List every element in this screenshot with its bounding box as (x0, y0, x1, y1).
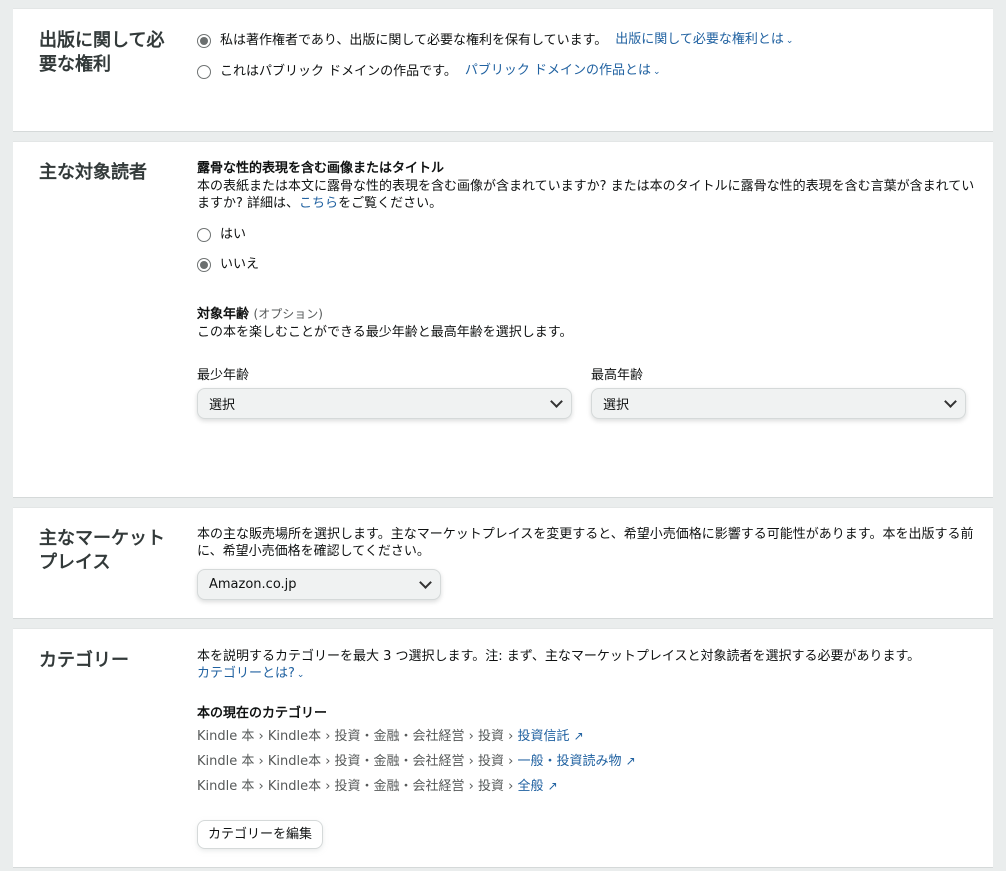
category-path: Kindle 本 › Kindle本 › 投資・金融・会社経営 › 投資 › 全… (197, 779, 558, 794)
chevron-down-icon: ⌄ (785, 36, 794, 46)
chevron-down-icon (419, 575, 432, 589)
current-categories-heading: 本の現在のカテゴリー (197, 706, 328, 721)
rights-owner-label: 私は著作権者であり、出版に関して必要な権利を保有しています。 (220, 32, 608, 48)
categories-section: カテゴリー 本を説明するカテゴリーを最大 3 つ選択します。注: まず、主なマー… (13, 628, 993, 868)
radio-owner[interactable] (197, 33, 211, 48)
marketplace-section-title: 主なマーケットプレイス (39, 528, 165, 573)
audience-section-title: 主な対象読者 (39, 162, 147, 183)
rights-option-owner[interactable]: 私は著作権者であり、出版に関して必要な権利を保有しています。 出版に関して必要な… (197, 31, 979, 50)
age-description: この本を楽しむことができる最少年齢と最高年齢を選択します。 (197, 325, 573, 340)
explicit-heading: 露骨な性的表現を含む画像またはタイトル (197, 161, 445, 176)
audience-section: 主な対象読者 露骨な性的表現を含む画像またはタイトル 本の表紙または本文に露骨な… (13, 141, 993, 498)
category-link[interactable]: 全般 (517, 779, 543, 794)
rights-section: 出版に関して必要な権利 私は著作権者であり、出版に関して必要な権利を保有していま… (13, 8, 993, 132)
rights-option-public-domain[interactable]: これはパブリック ドメインの作品です。 パブリック ドメインの作品とは ⌄ (197, 62, 979, 81)
rights-pd-label: これはパブリック ドメインの作品です。 (220, 63, 457, 79)
external-link-icon: ↗ (547, 779, 558, 793)
radio-yes[interactable] (197, 228, 211, 242)
explicit-yes-label: はい (220, 227, 247, 242)
age-optional-label: (オプション) (253, 307, 323, 321)
category-path: Kindle 本 › Kindle本 › 投資・金融・会社経営 › 投資 › 投… (197, 729, 584, 744)
external-link-icon: ↗ (625, 754, 636, 768)
category-link[interactable]: 投資信託 (517, 729, 569, 744)
category-link[interactable]: 一般・投資読み物 (517, 754, 621, 769)
chevron-down-icon (944, 394, 957, 408)
rights-section-title: 出版に関して必要な権利 (39, 30, 165, 75)
radio-no[interactable] (197, 258, 211, 272)
chevron-down-icon: ⌄ (652, 67, 661, 77)
marketplace-section: 主なマーケットプレイス 本の主な販売場所を選択します。主なマーケットプレイスを変… (13, 507, 993, 619)
rights-pd-help-link[interactable]: パブリック ドメインの作品とは ⌄ (465, 62, 661, 81)
radio-public-domain[interactable] (197, 64, 211, 79)
marketplace-select[interactable]: Amazon.co.jp (197, 569, 441, 600)
edit-categories-button[interactable]: カテゴリーを編集 (197, 820, 324, 849)
categories-section-title: カテゴリー (39, 650, 129, 671)
explicit-option-no[interactable]: いいえ (197, 256, 979, 274)
chevron-down-icon (550, 394, 563, 408)
min-age-select[interactable]: 選択 (197, 388, 572, 419)
explicit-option-yes[interactable]: はい (197, 226, 979, 244)
explicit-no-label: いいえ (220, 257, 260, 272)
categories-description: 本を説明するカテゴリーを最大 3 つ選択します。注: まず、主なマーケットプレイ… (197, 649, 921, 664)
max-age-select[interactable]: 選択 (591, 388, 966, 419)
chevron-down-icon: ⌄ (296, 670, 305, 680)
external-link-icon: ↗ (573, 729, 584, 743)
rights-owner-help-link[interactable]: 出版に関して必要な権利とは ⌄ (615, 31, 793, 50)
category-path: Kindle 本 › Kindle本 › 投資・金融・会社経営 › 投資 › 一… (197, 754, 636, 769)
categories-help-link[interactable]: カテゴリーとは? ⌄ (197, 665, 979, 684)
min-age-label: 最少年齢 (197, 368, 250, 383)
max-age-label: 最高年齢 (591, 368, 644, 383)
explicit-description: 本の表紙または本文に露骨な性的表現を含む画像が含まれていますか? または本のタイ… (197, 179, 975, 211)
age-heading: 対象年齢 (オプション) (197, 307, 323, 322)
marketplace-description: 本の主な販売場所を選択します。主なマーケットプレイスを変更すると、希望小売価格に… (197, 527, 974, 559)
explicit-details-link[interactable]: こちら (299, 196, 338, 211)
